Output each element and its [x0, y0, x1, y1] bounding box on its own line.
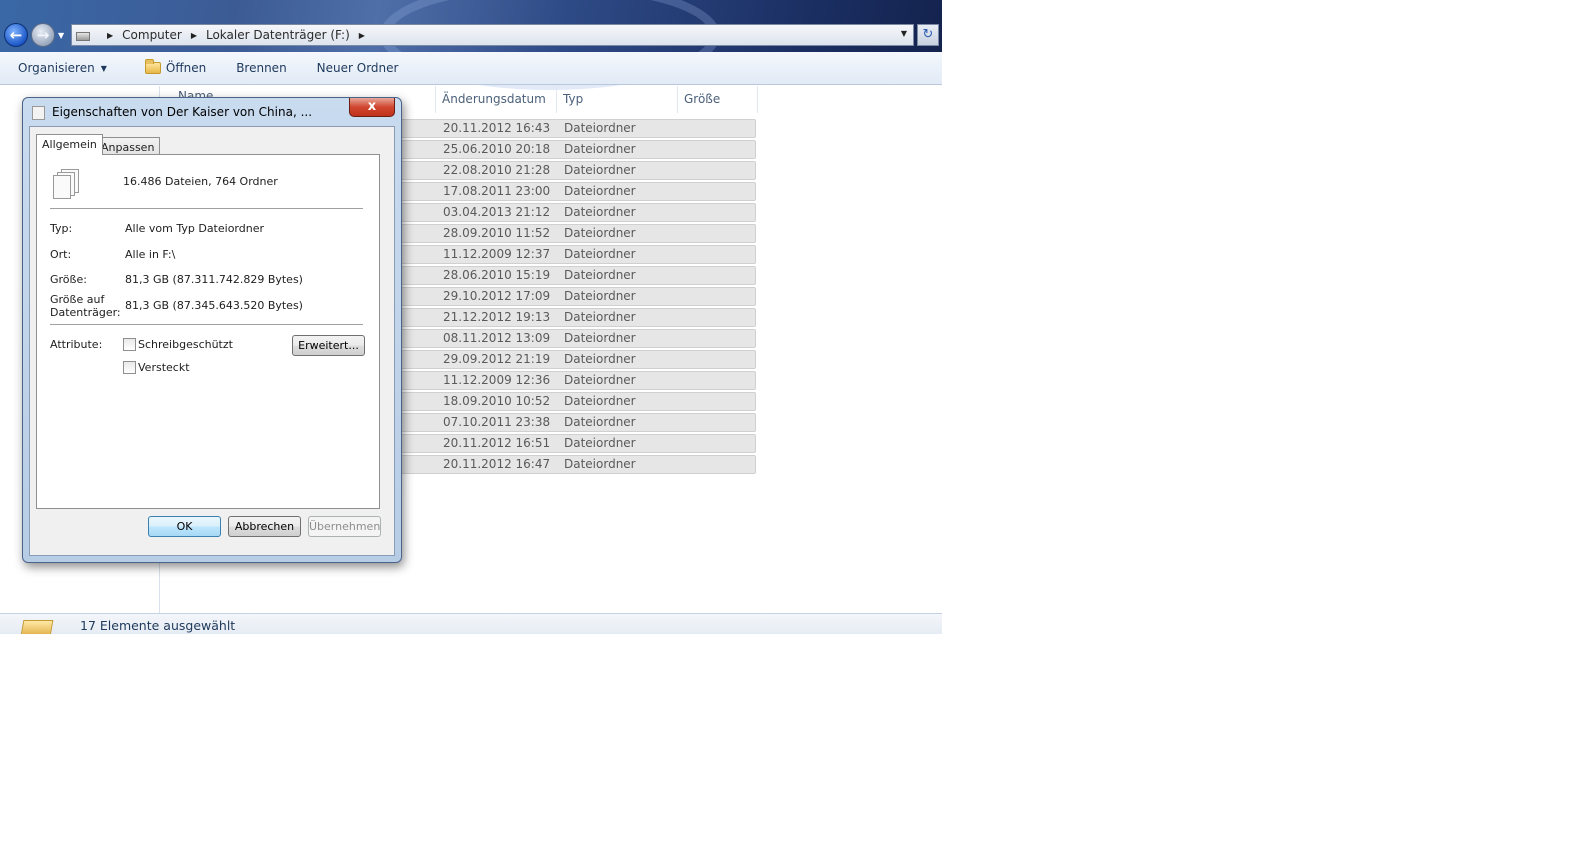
- type-value: Alle vom Typ Dateiordner: [125, 222, 264, 235]
- dialog-title: Eigenschaften von Der Kaiser von China, …: [52, 105, 313, 119]
- selection-summary: 16.486 Dateien, 764 Ordner: [123, 175, 278, 188]
- cancel-button[interactable]: Abbrechen: [228, 516, 301, 537]
- row-type: Dateiordner: [564, 310, 636, 324]
- hidden-checkbox[interactable]: [123, 361, 136, 374]
- tab-general[interactable]: Allgemein: [36, 134, 103, 155]
- row-date: 07.10.2011 23:38: [443, 415, 551, 429]
- row-date: 03.04.2013 21:12: [443, 205, 551, 219]
- hidden-label[interactable]: Versteckt: [138, 361, 190, 374]
- row-date: 20.11.2012 16:43: [443, 121, 551, 135]
- location-label: Ort:: [50, 248, 72, 261]
- row-type: Dateiordner: [564, 415, 636, 429]
- row-type: Dateiordner: [564, 121, 636, 135]
- row-date: 20.11.2012 16:47: [443, 457, 551, 471]
- attributes-label: Attribute:: [50, 338, 103, 351]
- breadcrumb-computer[interactable]: Computer: [122, 28, 182, 42]
- burn-button[interactable]: Brennen: [236, 61, 286, 75]
- row-type: Dateiordner: [564, 268, 636, 282]
- command-bar: Organisieren ▼ Öffnen Brennen Neuer Ordn…: [0, 52, 942, 85]
- row-date: 25.06.2010 20:18: [443, 142, 551, 156]
- divider: [50, 208, 363, 209]
- row-date: 20.11.2012 16:51: [443, 436, 551, 450]
- ok-button[interactable]: OK: [148, 516, 221, 537]
- row-type: Dateiordner: [564, 142, 636, 156]
- size-label: Größe:: [50, 273, 87, 286]
- properties-dialog: Eigenschaften von Der Kaiser von China, …: [22, 97, 402, 563]
- chevron-right-icon[interactable]: ▶: [359, 31, 365, 40]
- readonly-checkbox[interactable]: [123, 338, 136, 351]
- status-bar: 17 Elemente ausgewählt: [0, 613, 942, 634]
- row-type: Dateiordner: [564, 226, 636, 240]
- address-bar[interactable]: ▶ Computer ▶ Lokaler Datenträger (F:) ▶ …: [71, 24, 914, 46]
- type-label: Typ:: [50, 222, 73, 235]
- row-type: Dateiordner: [564, 289, 636, 303]
- folder-icon: [20, 620, 54, 634]
- row-date: 18.09.2010 10:52: [443, 394, 551, 408]
- open-folder-icon: [144, 59, 161, 74]
- column-type[interactable]: Typ: [557, 86, 678, 113]
- tab-customize[interactable]: Anpassen: [95, 137, 161, 155]
- row-date: 29.09.2012 21:19: [443, 352, 551, 366]
- burn-label: Brennen: [236, 61, 287, 75]
- row-date: 08.11.2012 13:09: [443, 331, 551, 345]
- back-button[interactable]: ←: [4, 23, 28, 47]
- forward-button[interactable]: →: [31, 23, 55, 47]
- row-date: 21.12.2012 19:13: [443, 310, 551, 324]
- row-type: Dateiordner: [564, 373, 636, 387]
- open-button[interactable]: Öffnen: [144, 59, 207, 75]
- organize-label: Organisieren: [18, 61, 95, 75]
- dialog-body: Allgemein Anpassen 16.486 Dateien, 764 O…: [29, 126, 395, 556]
- apply-button[interactable]: Übernehmen: [308, 516, 381, 537]
- row-date: 28.09.2010 11:52: [443, 226, 551, 240]
- address-dropdown-icon[interactable]: ▼: [901, 29, 907, 38]
- disk-size-label: Größe auf Datenträger:: [50, 293, 121, 319]
- status-text: 17 Elemente ausgewählt: [80, 618, 236, 633]
- organize-button[interactable]: Organisieren ▼: [18, 61, 107, 75]
- row-date: 29.10.2012 17:09: [443, 289, 551, 303]
- multiple-files-icon: [53, 169, 79, 199]
- row-type: Dateiordner: [564, 247, 636, 261]
- location-value: Alle in F:\: [125, 248, 176, 261]
- drive-icon: [76, 32, 90, 41]
- properties-icon: [32, 106, 45, 120]
- row-type: Dateiordner: [564, 436, 636, 450]
- row-date: 11.12.2009 12:36: [443, 373, 551, 387]
- row-date: 11.12.2009 12:37: [443, 247, 551, 261]
- chevron-right-icon[interactable]: ▶: [191, 31, 197, 40]
- readonly-label[interactable]: Schreibgeschützt: [138, 338, 233, 351]
- row-type: Dateiordner: [564, 331, 636, 345]
- close-button[interactable]: x: [349, 98, 395, 117]
- row-type: Dateiordner: [564, 163, 636, 177]
- refresh-button[interactable]: ↻: [917, 24, 939, 46]
- row-type: Dateiordner: [564, 457, 636, 471]
- disk-size-value: 81,3 GB (87.345.643.520 Bytes): [125, 299, 303, 312]
- recent-pages-dropdown[interactable]: ▼: [58, 31, 64, 40]
- row-type: Dateiordner: [564, 394, 636, 408]
- advanced-button[interactable]: Erweitert...: [292, 335, 365, 356]
- breadcrumb-drive[interactable]: Lokaler Datenträger (F:): [206, 28, 350, 42]
- size-value: 81,3 GB (87.311.742.829 Bytes): [125, 273, 303, 286]
- open-label: Öffnen: [165, 61, 207, 75]
- tab-panel-general: 16.486 Dateien, 764 Ordner Typ: Alle vom…: [36, 154, 380, 509]
- new-folder-label: Neuer Ordner: [316, 61, 399, 75]
- row-date: 28.06.2010 15:19: [443, 268, 551, 282]
- new-folder-button[interactable]: Neuer Ordner: [317, 61, 399, 75]
- column-date[interactable]: Änderungsdatum: [436, 86, 557, 113]
- divider: [50, 324, 363, 325]
- title-bar: ← → ▼ ▶ Computer ▶ Lokaler Datenträger (…: [0, 0, 942, 90]
- row-date: 17.08.2011 23:00: [443, 184, 551, 198]
- column-size[interactable]: Größe: [678, 86, 758, 113]
- row-type: Dateiordner: [564, 352, 636, 366]
- chevron-down-icon: ▼: [100, 63, 107, 73]
- row-date: 22.08.2010 21:28: [443, 163, 551, 177]
- row-type: Dateiordner: [564, 205, 636, 219]
- chevron-right-icon[interactable]: ▶: [107, 31, 113, 40]
- row-type: Dateiordner: [564, 184, 636, 198]
